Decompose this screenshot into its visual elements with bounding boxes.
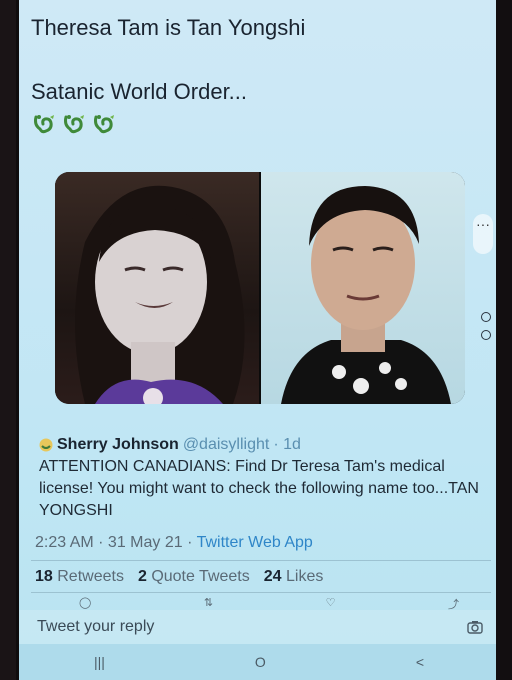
photo-man[interactable] xyxy=(261,172,465,404)
tweet-date: · 31 May 21 · xyxy=(98,534,193,551)
avatar[interactable] xyxy=(39,438,53,452)
phone-screen: Theresa Tam is Tan Yongshi Satanic World… xyxy=(16,0,499,680)
more-options-icon[interactable]: ··· xyxy=(473,214,493,254)
quoted-tweet-age: · 1d xyxy=(273,436,301,453)
divider xyxy=(31,592,491,593)
emoji-row xyxy=(31,110,119,138)
recents-button[interactable]: ||| xyxy=(94,654,105,670)
quoted-author-handle[interactable]: @daisyllight xyxy=(183,436,270,454)
retweets-label: Retweets xyxy=(57,568,124,585)
side-dot-icon[interactable] xyxy=(481,312,491,322)
tweet-line-2: Satanic World Order... xyxy=(31,79,248,104)
likes-stat[interactable]: 24 Likes xyxy=(264,568,324,586)
quoted-tweet-body: ATTENTION CANADIANS: Find Dr Teresa Tam'… xyxy=(39,458,479,519)
tweet-meta: 2:23 AM · 31 May 21 · Twitter Web App xyxy=(35,534,313,552)
side-dot-icon[interactable] xyxy=(481,330,491,340)
back-button[interactable]: < xyxy=(416,654,424,670)
quote-tweets-stat[interactable]: 2 Quote Tweets xyxy=(138,568,250,586)
tweet-source-link[interactable]: Twitter Web App xyxy=(197,534,313,551)
tweet-line-1: Theresa Tam is Tan Yongshi xyxy=(31,15,306,40)
system-nav-bar: ||| O < xyxy=(19,644,499,680)
dragon-emoji-icon xyxy=(31,110,59,138)
quote-tweets-count: 2 xyxy=(137,568,147,585)
dragon-emoji-icon xyxy=(91,110,119,138)
side-controls xyxy=(481,312,491,340)
reply-input[interactable]: Tweet your reply xyxy=(37,618,154,636)
tweet-text: Theresa Tam is Tan Yongshi Satanic World… xyxy=(31,14,471,106)
likes-count: 24 xyxy=(263,568,282,585)
tweet-time: 2:23 AM xyxy=(35,534,94,551)
camera-icon[interactable] xyxy=(467,619,483,635)
quote-tweets-label: Quote Tweets xyxy=(151,568,250,585)
home-button[interactable]: O xyxy=(255,654,266,670)
tweet-stats: 18 Retweets 2 Quote Tweets 24 Likes xyxy=(35,568,323,586)
divider xyxy=(31,560,491,561)
tweet-media[interactable] xyxy=(55,172,465,404)
dragon-emoji-icon xyxy=(61,110,89,138)
quoted-tweet[interactable]: Sherry Johnson @daisyllight · 1d ATTENTI… xyxy=(39,436,479,522)
photo-woman[interactable] xyxy=(55,172,259,404)
quoted-tweet-header: Sherry Johnson @daisyllight · 1d xyxy=(39,436,479,454)
likes-label: Likes xyxy=(286,568,324,585)
quoted-author-name[interactable]: Sherry Johnson xyxy=(57,436,179,454)
frame-edge xyxy=(496,0,512,680)
retweets-count: 18 xyxy=(35,568,53,585)
retweets-stat[interactable]: 18 Retweets xyxy=(35,568,124,586)
